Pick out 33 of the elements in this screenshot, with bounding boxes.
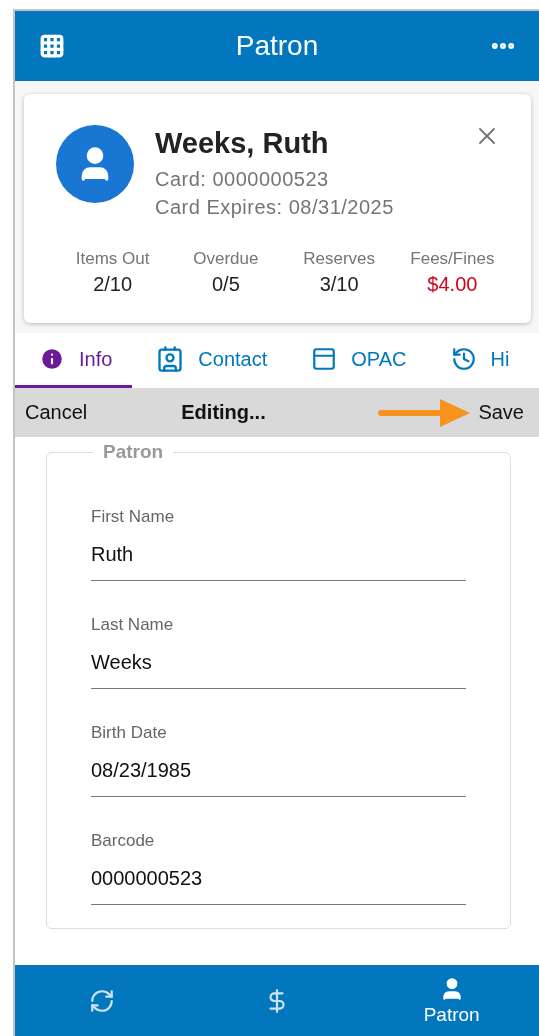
tab[interactable]: OPAC bbox=[287, 333, 427, 388]
stat-value: 3/10 bbox=[319, 273, 359, 296]
stat-label: Overdue bbox=[193, 249, 259, 269]
contact-card-icon bbox=[156, 345, 185, 373]
input-field[interactable]: Weeks bbox=[91, 635, 466, 689]
page-title: Patron bbox=[235, 30, 319, 62]
apps-grid-icon[interactable] bbox=[39, 33, 65, 59]
stat-label: Reserves bbox=[303, 249, 376, 269]
field-label: First Name bbox=[91, 507, 176, 527]
save-button[interactable]: Save bbox=[478, 401, 524, 424]
input-field[interactable]: 08/23/1985 bbox=[91, 743, 466, 797]
window-icon bbox=[311, 346, 338, 372]
editing-status: Editing... bbox=[181, 401, 267, 424]
field-label: Last Name bbox=[91, 615, 175, 635]
input-field[interactable]: 0000000523 bbox=[91, 851, 466, 905]
input-field[interactable]: Ruth bbox=[91, 527, 466, 581]
stat-label: Fees/Fines bbox=[410, 249, 495, 269]
stat-value: 2/10 bbox=[93, 273, 133, 296]
patron-name: Weeks, Ruth bbox=[155, 127, 330, 160]
field-label: Barcode bbox=[91, 831, 156, 851]
cancel-button[interactable]: Cancel bbox=[25, 401, 88, 424]
history-icon bbox=[450, 346, 477, 372]
tab[interactable]: Hi bbox=[426, 333, 530, 388]
card-number: Card: 0000000523 bbox=[155, 168, 330, 191]
info-icon bbox=[39, 346, 65, 372]
stat-value: $4.00 bbox=[427, 273, 478, 296]
stat-label: Items Out bbox=[75, 249, 150, 269]
field-label: Birth Date bbox=[91, 723, 168, 743]
stat-value: 0/5 bbox=[211, 273, 240, 296]
refresh-icon bbox=[89, 987, 116, 1014]
section-legend: Patron bbox=[93, 441, 174, 463]
tab[interactable]: Contact bbox=[132, 333, 288, 388]
card-expiry: Card Expires: 08/31/2025 bbox=[155, 196, 394, 219]
